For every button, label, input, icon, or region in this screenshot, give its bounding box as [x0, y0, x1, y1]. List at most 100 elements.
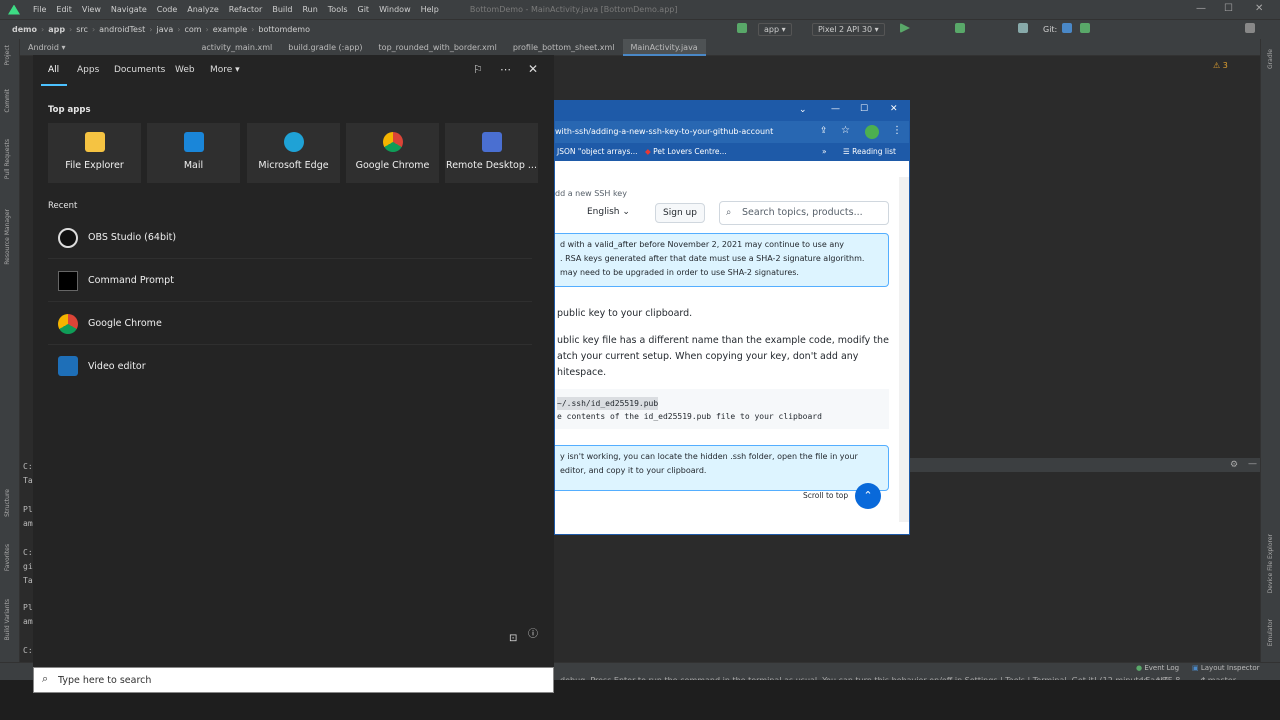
menu-run[interactable]: Run: [297, 5, 322, 14]
menu-build[interactable]: Build: [267, 5, 297, 14]
favorites-panel-tab[interactable]: Favorites: [4, 544, 11, 571]
taskbar-search-box[interactable]: ⌕: [33, 667, 554, 693]
pull-requests-panel-tab[interactable]: Pull Requests: [4, 139, 11, 179]
tab-activity-main[interactable]: activity_main.xml: [194, 39, 281, 56]
gradle-panel-tab[interactable]: Gradle: [1267, 49, 1274, 69]
tab-profile-bottom-sheet[interactable]: profile_bottom_sheet.xml: [505, 39, 623, 56]
recent-item-obs[interactable]: OBS Studio (64bit): [48, 217, 532, 259]
breadcrumb-java[interactable]: java: [156, 25, 173, 34]
hammer-icon[interactable]: [737, 23, 747, 33]
browser-close-icon[interactable]: ✕: [890, 104, 898, 114]
scroll-to-top-button[interactable]: ⌃: [855, 483, 881, 509]
git-commit-icon[interactable]: [1080, 23, 1090, 33]
menu-help[interactable]: Help: [416, 5, 444, 14]
menu-navigate[interactable]: Navigate: [106, 5, 152, 14]
project-panel-tab[interactable]: Project: [4, 45, 11, 66]
menu-refactor[interactable]: Refactor: [224, 5, 268, 14]
sync-icon[interactable]: [1018, 23, 1028, 33]
feedback-icon[interactable]: ⚐: [473, 63, 483, 76]
profile-avatar[interactable]: [865, 125, 879, 139]
debug-icon[interactable]: [955, 23, 965, 33]
event-log-button[interactable]: ● Event Log: [1136, 664, 1179, 672]
recent-item-command-prompt[interactable]: Command Prompt: [48, 260, 532, 302]
more-options-icon[interactable]: ⋯: [500, 63, 511, 76]
breadcrumb-demo[interactable]: demo: [12, 25, 37, 34]
tab-web[interactable]: Web: [175, 65, 195, 75]
recent-item-google-chrome[interactable]: Google Chrome: [48, 303, 532, 345]
structure-panel-tab[interactable]: Structure: [4, 489, 11, 517]
browser-menu-icon[interactable]: ⋮: [892, 125, 902, 136]
signup-button[interactable]: Sign up: [655, 203, 705, 223]
resource-manager-panel-tab[interactable]: Resource Manager: [4, 209, 11, 265]
page-scrollbar[interactable]: [899, 177, 909, 522]
menu-window[interactable]: Window: [374, 5, 416, 14]
bookmark-json[interactable]: JSON "object arrays...: [557, 147, 638, 156]
maximize-icon[interactable]: ☐: [1224, 3, 1233, 14]
breadcrumb-bottomdemo[interactable]: bottomdemo: [258, 25, 310, 34]
breadcrumb-app[interactable]: app: [48, 25, 65, 34]
menu-edit[interactable]: Edit: [51, 5, 77, 14]
device-select[interactable]: Pixel 2 API 30 ▾: [812, 23, 885, 36]
breadcrumb-src[interactable]: src: [76, 25, 88, 34]
breadcrumb-androidtest[interactable]: androidTest: [99, 25, 145, 34]
build-variants-panel-tab[interactable]: Build Variants: [4, 599, 11, 640]
menu-analyze[interactable]: Analyze: [182, 5, 224, 14]
layout-inspector-button[interactable]: ▣ Layout Inspector: [1192, 664, 1260, 672]
tip-line: y isn't working, you can locate the hidd…: [560, 452, 858, 461]
breadcrumb-com[interactable]: com: [184, 25, 201, 34]
screenshot-icon[interactable]: ⊡: [509, 633, 517, 644]
emulator-tab[interactable]: Emulator: [1267, 619, 1274, 646]
chrome-browser-window: ⌄ — ☐ ✕ with-ssh/adding-a-new-ssh-key-to…: [554, 100, 910, 535]
terminal-settings-icon[interactable]: ⚙: [1230, 460, 1238, 470]
top-app-file-explorer[interactable]: File Explorer: [48, 123, 141, 183]
search-input[interactable]: [58, 673, 538, 687]
menu-git[interactable]: Git: [353, 5, 375, 14]
recent-item-video-editor[interactable]: Video editor: [48, 345, 532, 387]
menu-tools[interactable]: Tools: [323, 5, 353, 14]
close-icon[interactable]: ✕: [1255, 3, 1263, 14]
minimize-icon[interactable]: —: [1196, 3, 1206, 14]
search-everywhere-icon[interactable]: [1245, 23, 1255, 33]
close-search-icon[interactable]: ✕: [528, 62, 538, 76]
docs-breadcrumb[interactable]: dd a new SSH key: [555, 189, 627, 198]
language-select[interactable]: English ⌄: [587, 207, 630, 217]
top-app-mail[interactable]: Mail: [147, 123, 240, 183]
bookmark-pet-lovers[interactable]: ◆ Pet Lovers Centre...: [645, 147, 727, 156]
menu-view[interactable]: View: [77, 5, 106, 14]
step-text: public key to your clipboard.: [557, 308, 693, 319]
code-block[interactable]: ~/.ssh/id_ed25519.pub e contents of the …: [555, 389, 889, 429]
commit-panel-tab[interactable]: Commit: [4, 89, 11, 113]
bookmarks-overflow-icon[interactable]: »: [822, 147, 827, 156]
reading-list[interactable]: ☰ Reading list: [843, 147, 896, 156]
tab-all[interactable]: All: [48, 65, 59, 75]
run-config-select[interactable]: app ▾: [758, 23, 792, 36]
browser-minimize-icon[interactable]: —: [831, 104, 840, 114]
url-text[interactable]: with-ssh/adding-a-new-ssh-key-to-your-gi…: [555, 127, 773, 136]
tab-apps[interactable]: Apps: [77, 65, 99, 75]
breadcrumb-example[interactable]: example: [213, 25, 247, 34]
address-bar[interactable]: with-ssh/adding-a-new-ssh-key-to-your-gi…: [555, 121, 909, 143]
tab-search-icon[interactable]: ⌄: [799, 105, 807, 115]
tab-main-activity[interactable]: MainActivity.java: [622, 38, 706, 56]
top-app-google-chrome[interactable]: Google Chrome: [346, 123, 439, 183]
share-icon[interactable]: ⇪: [820, 126, 828, 136]
browser-maximize-icon[interactable]: ☐: [860, 104, 868, 114]
run-icon[interactable]: [900, 23, 910, 33]
tab-top-rounded[interactable]: top_rounded_with_border.xml: [371, 39, 505, 56]
menu-file[interactable]: File: [28, 5, 51, 14]
tab-more[interactable]: More ▾: [210, 65, 240, 75]
tab-documents[interactable]: Documents: [114, 65, 165, 75]
tab-build-gradle[interactable]: build.gradle (:app): [280, 39, 370, 56]
top-app-microsoft-edge[interactable]: Microsoft Edge: [247, 123, 340, 183]
warning-count[interactable]: ⚠ 3: [1213, 61, 1228, 70]
info-icon[interactable]: ⓘ: [528, 625, 538, 640]
menu-code[interactable]: Code: [152, 5, 182, 14]
project-view-select[interactable]: Android ▾: [20, 39, 74, 56]
active-tab-indicator: [41, 84, 67, 86]
top-app-remote-desktop[interactable]: Remote Desktop ...: [445, 123, 538, 183]
terminal-hide-icon[interactable]: —: [1248, 459, 1257, 469]
git-update-icon[interactable]: [1062, 23, 1072, 33]
docs-search-input[interactable]: ⌕ Search topics, products...: [719, 201, 889, 225]
device-file-explorer-tab[interactable]: Device File Explorer: [1267, 534, 1274, 593]
bookmark-star-icon[interactable]: ☆: [841, 125, 850, 136]
